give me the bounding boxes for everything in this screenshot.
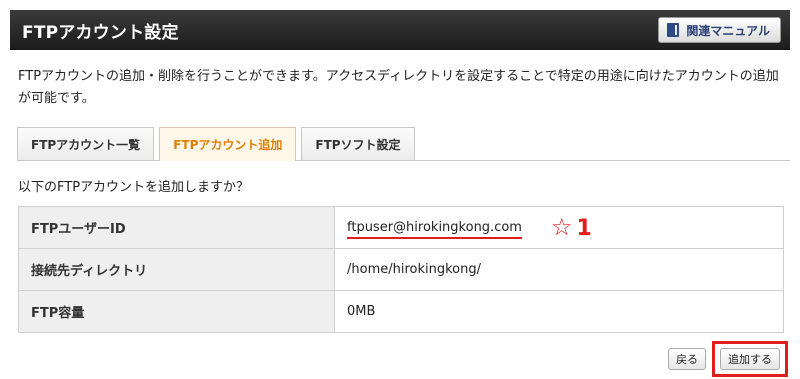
confirm-table: FTPユーザーID ftpuser@hirokingkong.com ☆ 1 接続… bbox=[18, 206, 784, 333]
row-value-capacity: 0MB bbox=[334, 290, 784, 333]
table-row: 接続先ディレクトリ /home/hirokingkong/ bbox=[18, 248, 784, 291]
add-button[interactable]: 追加する bbox=[720, 348, 780, 370]
star-icon: ☆ bbox=[551, 213, 573, 241]
annotation-marker: ☆ 1 bbox=[551, 213, 592, 241]
related-manual-button[interactable]: 関連マニュアル bbox=[658, 17, 781, 43]
row-value-ftp-user-id: ftpuser@hirokingkong.com ☆ 1 bbox=[334, 206, 784, 249]
footer-buttons: 戻る 追加する bbox=[668, 341, 788, 377]
page-header: FTPアカウント設定 関連マニュアル bbox=[10, 10, 790, 50]
row-label-capacity: FTP容量 bbox=[18, 290, 335, 333]
related-manual-label: 関連マニュアル bbox=[686, 23, 770, 38]
row-label-ftp-user-id: FTPユーザーID bbox=[18, 206, 335, 249]
tab-ftp-software-settings[interactable]: FTPソフト設定 bbox=[301, 127, 415, 160]
page-description: FTPアカウントの追加・削除を行うことができます。アクセスディレクトリを設定する… bbox=[18, 69, 779, 106]
confirm-question: 以下のFTPアカウントを追加しますか？ bbox=[18, 180, 250, 195]
row-value-directory: /home/hirokingkong/ bbox=[334, 248, 784, 291]
annotation-number: 1 bbox=[576, 216, 592, 241]
book-icon bbox=[667, 23, 680, 37]
submit-highlight: 追加する bbox=[712, 341, 788, 377]
tab-bar: FTPアカウント一覧 FTPアカウント追加 FTPソフト設定 bbox=[17, 127, 790, 161]
back-button[interactable]: 戻る bbox=[668, 348, 706, 370]
ftp-user-id-value: ftpuser@hirokingkong.com bbox=[347, 220, 522, 239]
table-row: FTP容量 0MB bbox=[18, 290, 784, 333]
row-label-directory: 接続先ディレクトリ bbox=[18, 248, 335, 291]
tab-ftp-account-list[interactable]: FTPアカウント一覧 bbox=[17, 127, 155, 160]
page-title: FTPアカウント設定 bbox=[22, 22, 179, 43]
tab-ftp-account-add[interactable]: FTPアカウント追加 bbox=[159, 127, 297, 161]
table-row: FTPユーザーID ftpuser@hirokingkong.com ☆ 1 bbox=[18, 206, 784, 249]
